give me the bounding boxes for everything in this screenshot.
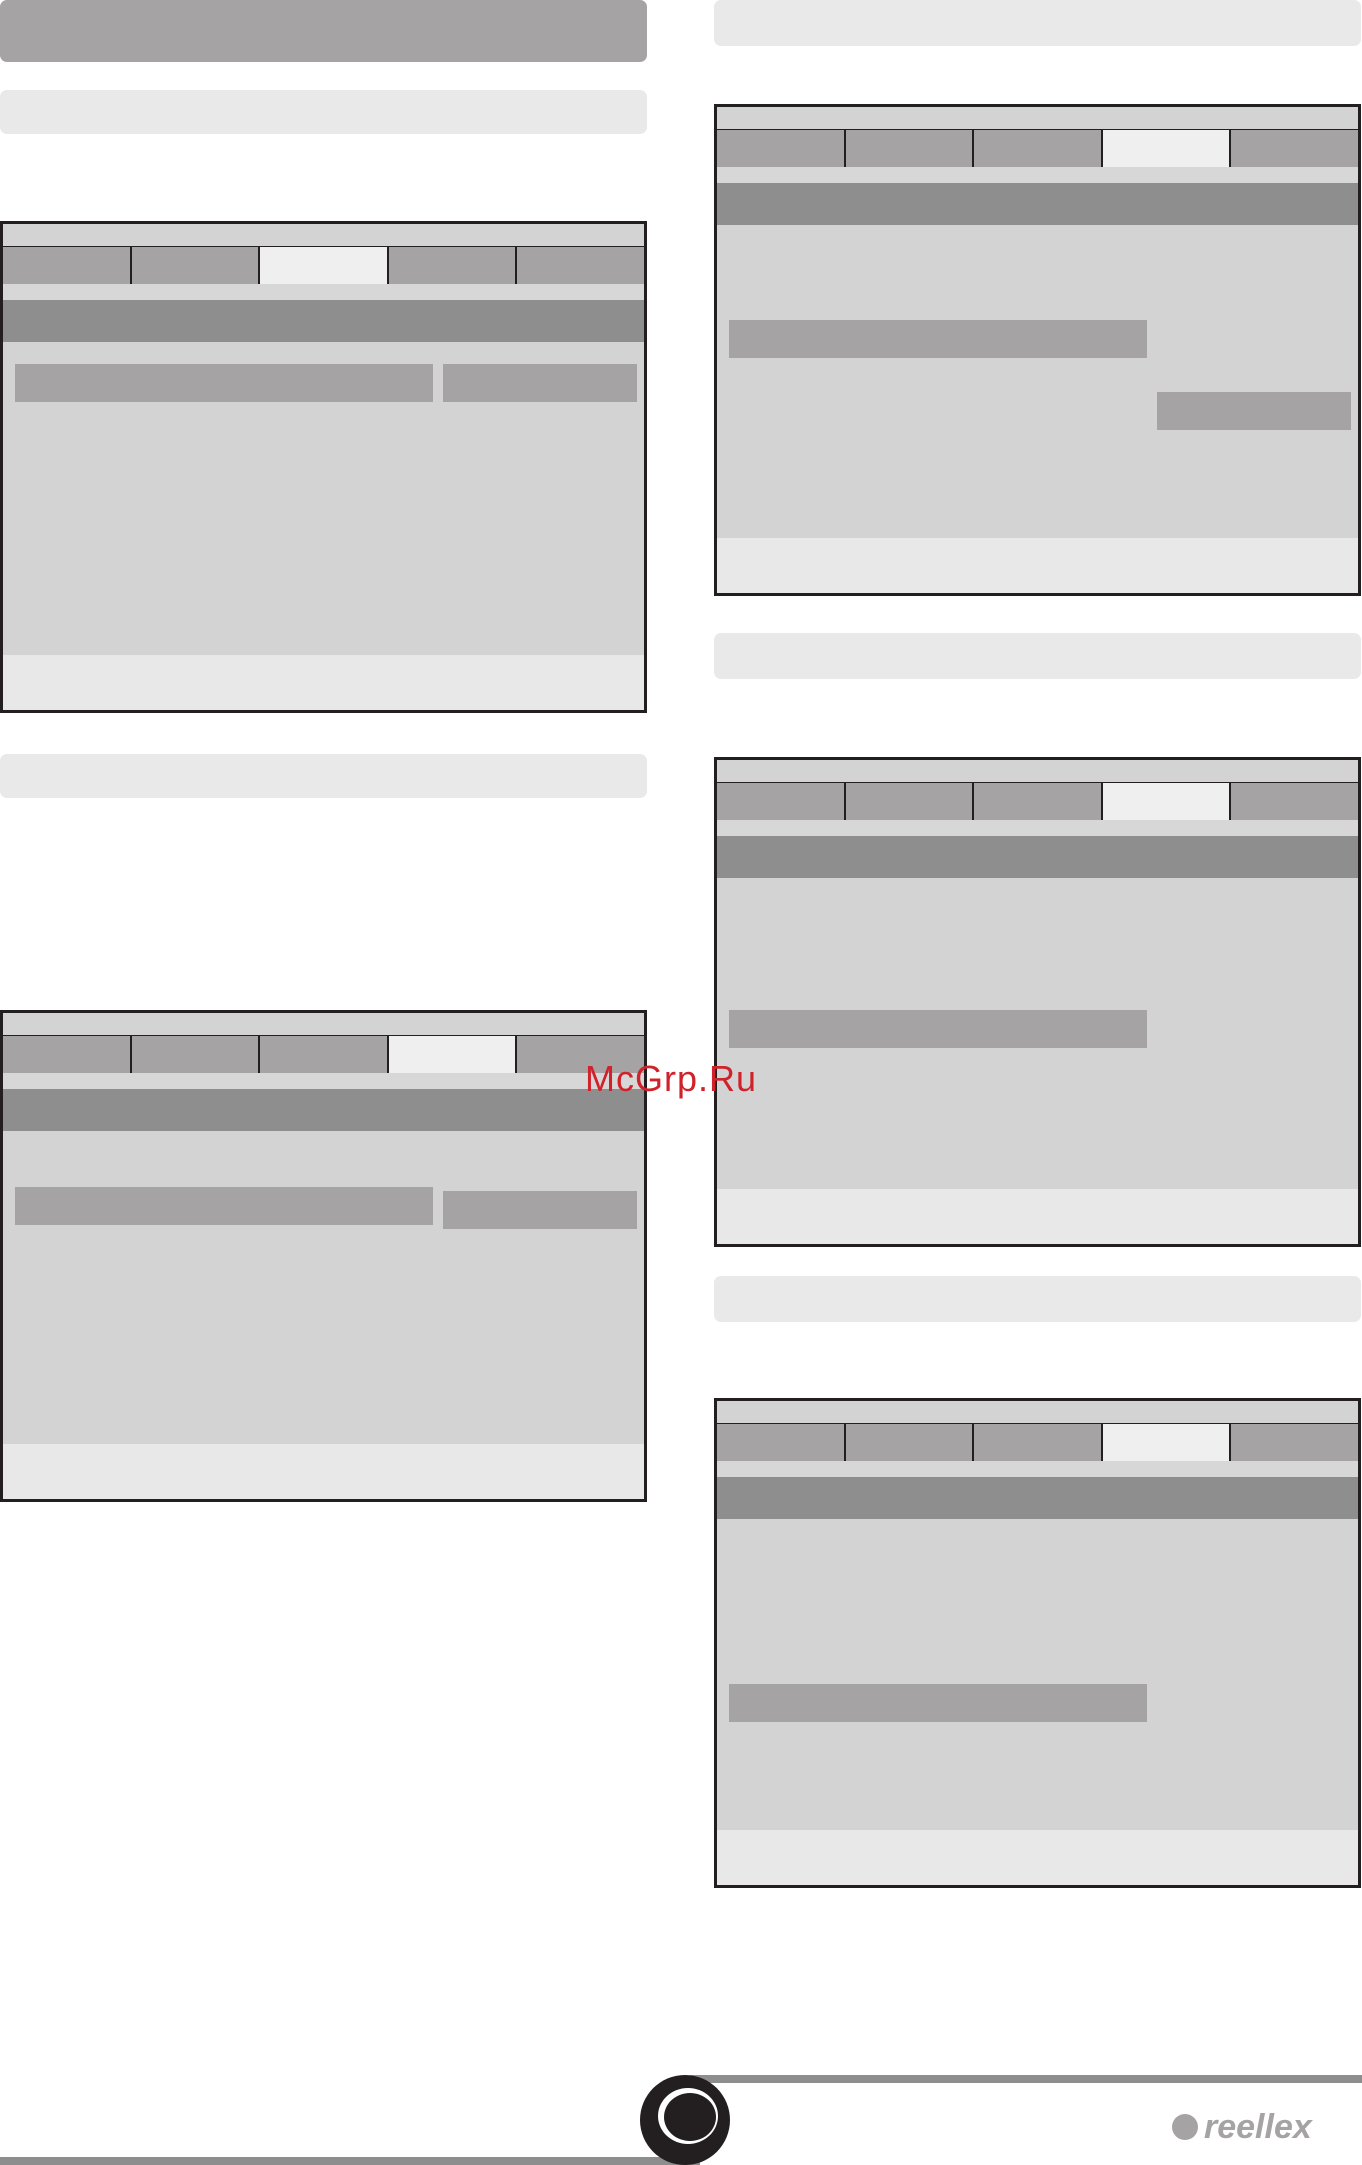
menu-tab[interactable]	[717, 783, 846, 820]
menu-tabs	[3, 1035, 644, 1074]
menu-tab[interactable]	[131, 247, 261, 284]
menu-tab[interactable]	[131, 1036, 261, 1073]
subsection-bar	[714, 633, 1361, 679]
menu-option-row[interactable]	[729, 1684, 1147, 1722]
osd-menu-screen-5	[714, 1398, 1361, 1888]
menu-footer	[717, 1189, 1358, 1244]
subsection-bar	[714, 0, 1361, 46]
menu-option-row[interactable]	[15, 364, 433, 402]
menu-tab[interactable]	[974, 1424, 1103, 1461]
menu-option-value[interactable]	[443, 364, 637, 402]
menu-tab[interactable]	[717, 130, 846, 167]
footer-rule-top	[690, 2075, 1362, 2083]
menu-tab[interactable]	[717, 1424, 846, 1461]
osd-menu-screen-3	[714, 104, 1361, 596]
menu-footer	[717, 1830, 1358, 1885]
menu-tab[interactable]	[974, 130, 1103, 167]
menu-tab-active[interactable]	[388, 1036, 518, 1073]
menu-tabs	[717, 782, 1358, 821]
menu-tab[interactable]	[845, 130, 975, 167]
menu-tab[interactable]	[1231, 130, 1358, 167]
menu-tab-active[interactable]	[1102, 1424, 1232, 1461]
brand-name: reellex	[1204, 2108, 1312, 2146]
menu-heading	[3, 1089, 644, 1131]
footer-rule-bottom	[0, 2157, 700, 2165]
watermark-text: McGrp.Ru	[585, 1058, 758, 1099]
section-title-bar	[0, 0, 647, 62]
subsection-bar	[0, 90, 647, 134]
menu-footer	[717, 538, 1358, 593]
menu-tab[interactable]	[517, 247, 644, 284]
menu-tabs	[717, 129, 1358, 168]
osd-menu-screen-4	[714, 757, 1361, 1247]
menu-footer	[3, 655, 644, 710]
menu-tab[interactable]	[3, 247, 132, 284]
menu-option-value[interactable]	[443, 1191, 637, 1229]
menu-tab[interactable]	[845, 1424, 975, 1461]
menu-tab[interactable]	[388, 247, 518, 284]
menu-tab[interactable]	[1231, 783, 1358, 820]
menu-heading	[3, 300, 644, 342]
menu-tab-active[interactable]	[1102, 783, 1232, 820]
menu-tab[interactable]	[845, 783, 975, 820]
menu-option-row[interactable]	[15, 1187, 433, 1225]
menu-tab[interactable]	[260, 1036, 389, 1073]
menu-tab[interactable]	[1231, 1424, 1358, 1461]
subsection-bar	[714, 1276, 1361, 1322]
menu-tab-active[interactable]	[1102, 130, 1232, 167]
menu-tab[interactable]	[3, 1036, 132, 1073]
menu-heading	[717, 1477, 1358, 1519]
menu-heading	[717, 836, 1358, 878]
osd-menu-screen-1	[0, 221, 647, 713]
menu-heading	[717, 183, 1358, 225]
subsection-bar	[0, 754, 647, 798]
brand-mark-icon	[1172, 2114, 1198, 2140]
menu-tabs	[717, 1423, 1358, 1462]
menu-footer	[3, 1444, 644, 1499]
menu-option-row[interactable]	[729, 320, 1147, 358]
menu-tab-active[interactable]	[260, 247, 389, 284]
osd-menu-screen-2	[0, 1010, 647, 1502]
menu-option-row[interactable]	[729, 1010, 1147, 1048]
menu-tabs	[3, 246, 644, 285]
menu-tab[interactable]	[974, 783, 1103, 820]
menu-option-value[interactable]	[1157, 392, 1351, 430]
